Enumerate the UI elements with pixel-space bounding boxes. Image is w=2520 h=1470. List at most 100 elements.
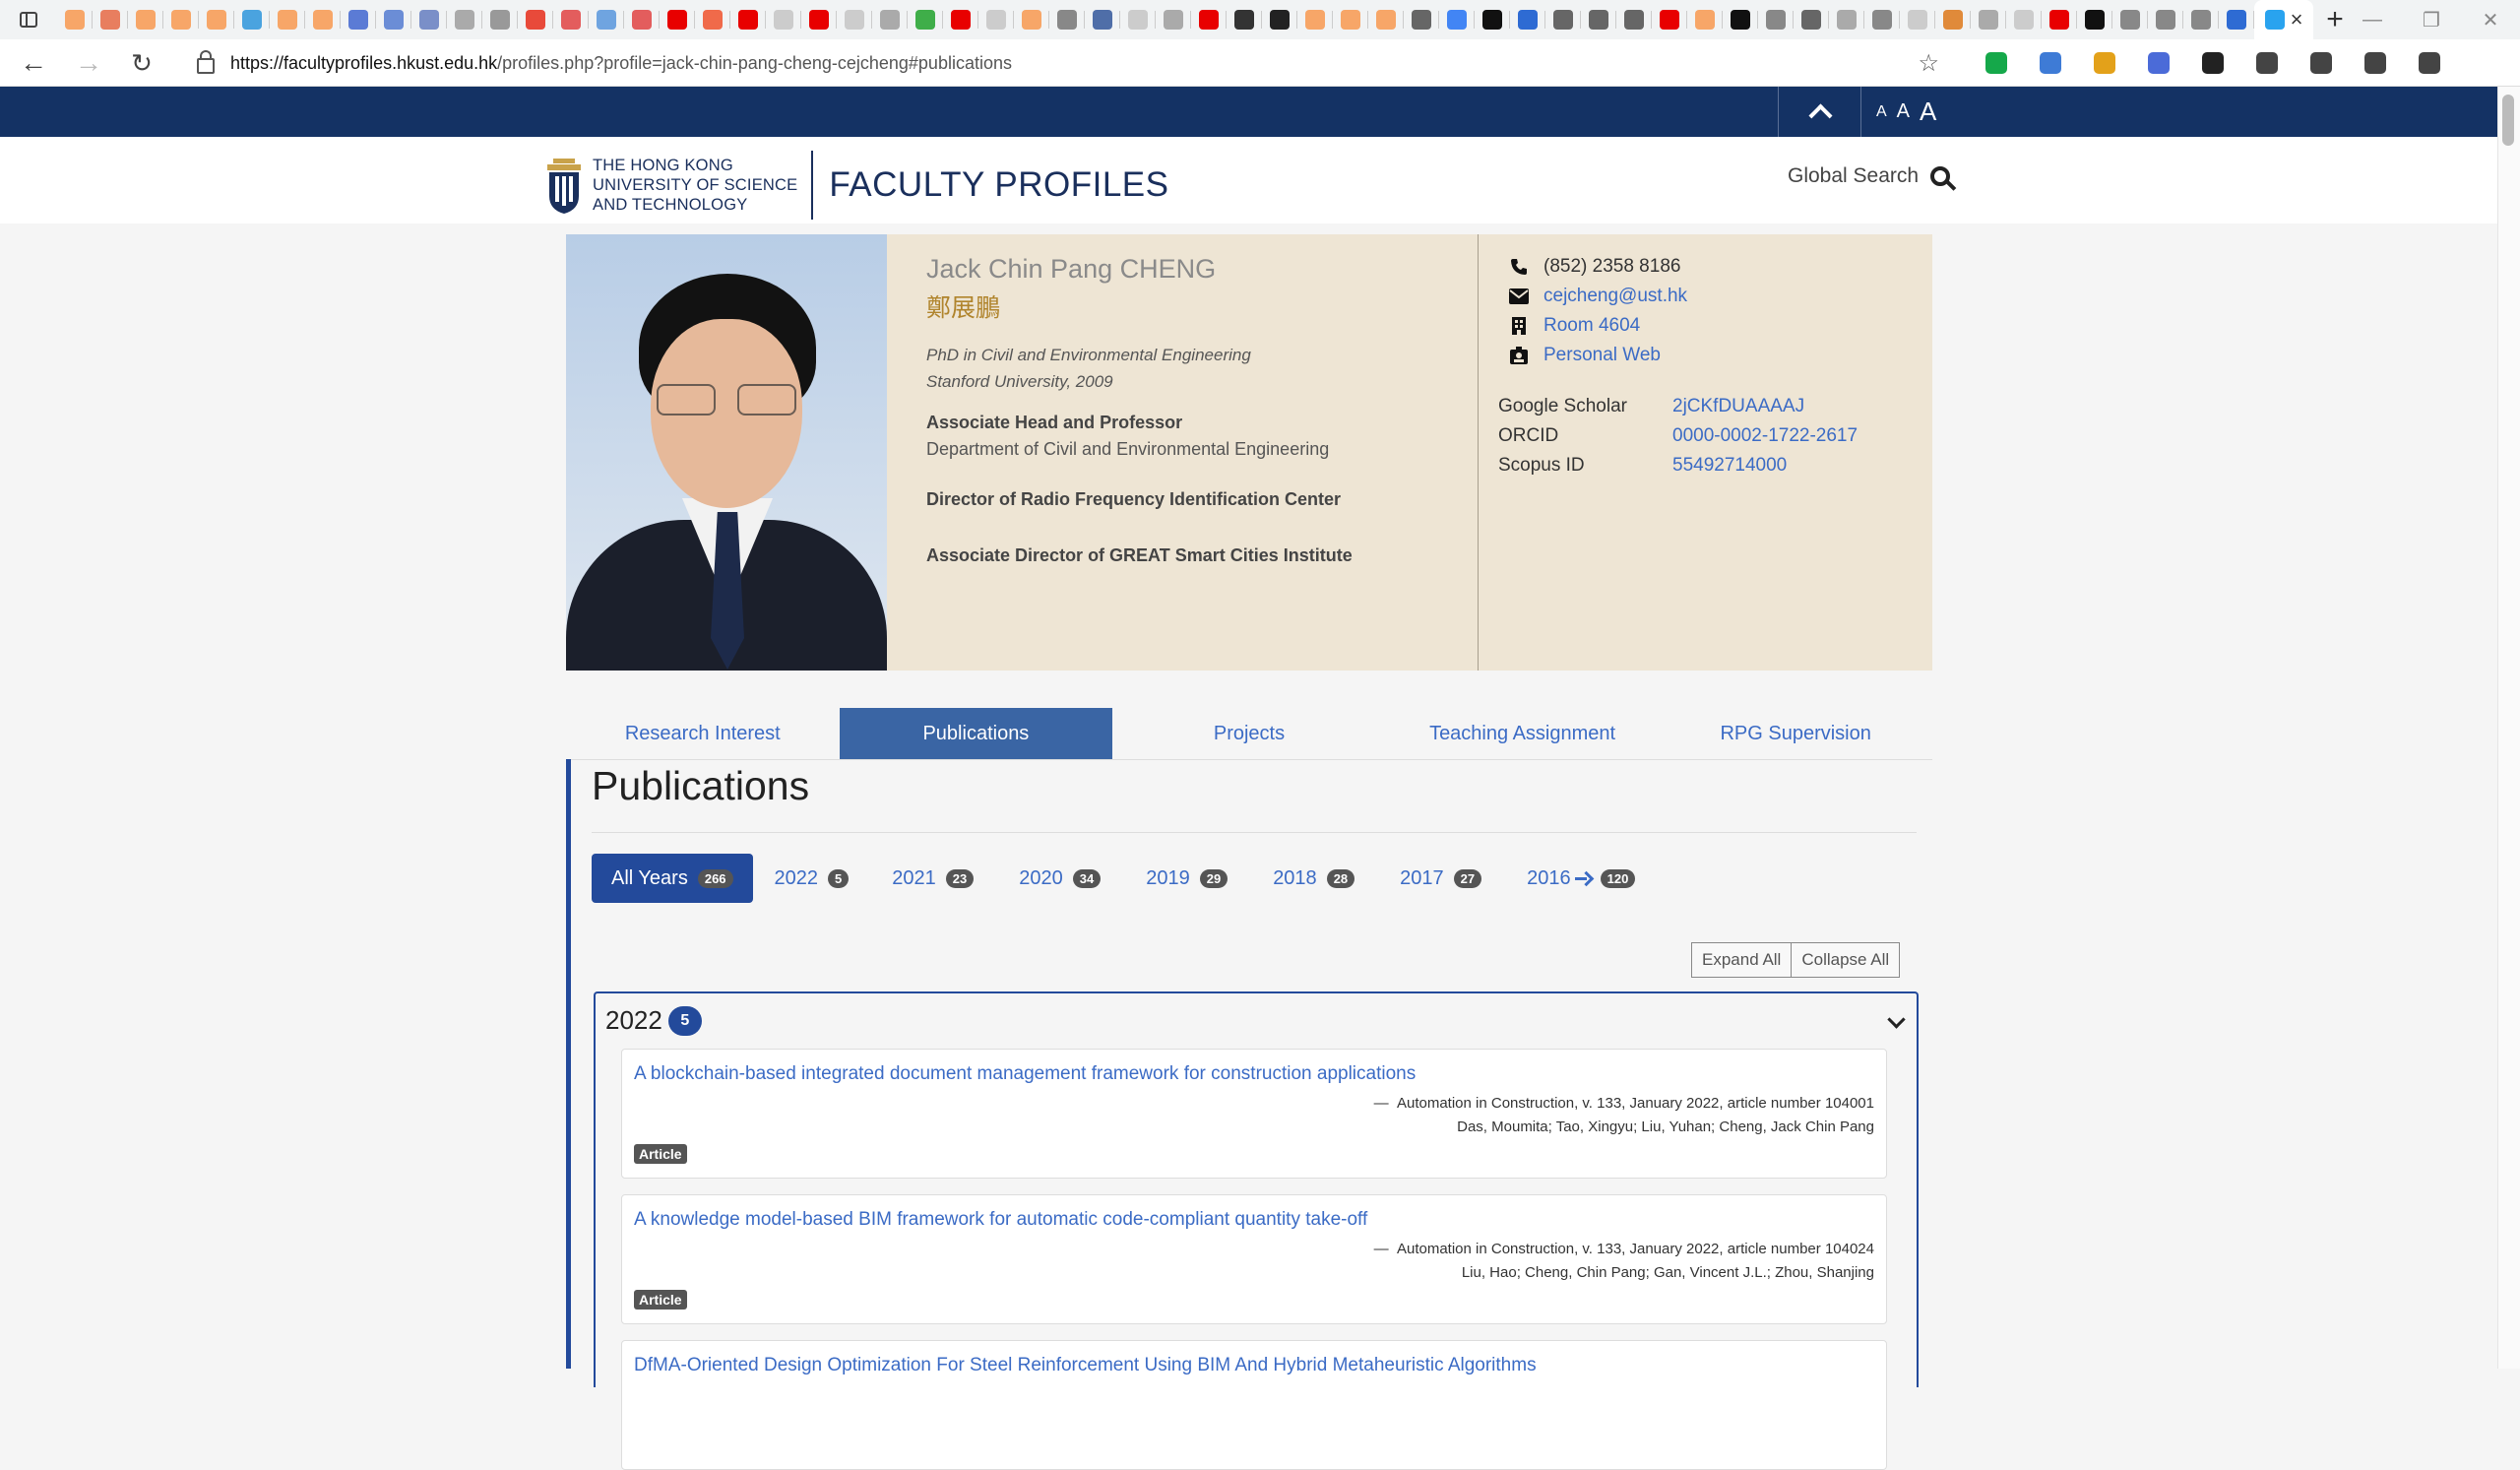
- extension-icon[interactable]: [2348, 52, 2402, 74]
- browser-tab[interactable]: [624, 0, 660, 39]
- extension-icon[interactable]: [2185, 52, 2239, 74]
- tab-actions-menu-icon[interactable]: [0, 0, 57, 39]
- tab-publications[interactable]: Publications: [839, 708, 1113, 759]
- browser-tab[interactable]: [978, 0, 1014, 39]
- browser-tab[interactable]: [1333, 0, 1368, 39]
- browser-tab[interactable]: ×: [2254, 0, 2313, 39]
- close-tab-icon[interactable]: ×: [2291, 7, 2303, 32]
- extension-icon[interactable]: [2023, 52, 2077, 74]
- browser-tab[interactable]: [2112, 0, 2148, 39]
- tab-teaching-assignment[interactable]: Teaching Assignment: [1386, 708, 1660, 759]
- font-size-small-button[interactable]: A: [1876, 103, 1887, 121]
- year-filter-all[interactable]: All Years 266: [592, 854, 753, 903]
- forward-icon[interactable]: →: [65, 39, 112, 87]
- browser-tab[interactable]: [1971, 0, 2006, 39]
- browser-tab[interactable]: [943, 0, 978, 39]
- year-filter-2019[interactable]: 2019 29: [1124, 854, 1249, 903]
- browser-tab[interactable]: [1191, 0, 1227, 39]
- browser-tab[interactable]: [1652, 0, 1687, 39]
- reload-icon[interactable]: ↻: [118, 39, 165, 87]
- browser-tab[interactable]: [908, 0, 943, 39]
- favorite-star-icon[interactable]: ☆: [1918, 49, 1939, 78]
- browser-tab[interactable]: [1085, 0, 1120, 39]
- browser-tab[interactable]: [341, 0, 376, 39]
- browser-tab[interactable]: [1475, 0, 1510, 39]
- browser-tab[interactable]: [1510, 0, 1545, 39]
- browser-tab[interactable]: [1297, 0, 1333, 39]
- browser-tab[interactable]: [1439, 0, 1475, 39]
- year-group-header[interactable]: 2022 5: [605, 1005, 702, 1036]
- expand-all-button[interactable]: Expand All: [1691, 942, 1793, 978]
- browser-tab[interactable]: [2006, 0, 2042, 39]
- global-search-button[interactable]: Global Search: [1788, 164, 1951, 188]
- browser-tab[interactable]: [270, 0, 305, 39]
- browser-tab[interactable]: [1829, 0, 1864, 39]
- collapse-up-icon[interactable]: [1780, 87, 1860, 137]
- extension-icon[interactable]: [2239, 52, 2294, 74]
- browser-tab[interactable]: [1049, 0, 1085, 39]
- email-link[interactable]: cejcheng@ust.hk: [1544, 286, 1687, 307]
- browser-tab[interactable]: [57, 0, 93, 39]
- browser-tab[interactable]: [482, 0, 518, 39]
- browser-tab[interactable]: [411, 0, 447, 39]
- browser-tab[interactable]: [1687, 0, 1723, 39]
- extension-icon[interactable]: [2402, 52, 2456, 74]
- year-filter-2016-earlier[interactable]: 2016 120: [1505, 854, 1657, 903]
- publication-title-link[interactable]: A blockchain-based integrated document m…: [634, 1063, 1416, 1085]
- browser-tab[interactable]: [1581, 0, 1616, 39]
- browser-tab[interactable]: [1368, 0, 1404, 39]
- browser-tab[interactable]: [447, 0, 482, 39]
- google-scholar-link[interactable]: 2jCKfDUAAAAJ: [1672, 396, 1804, 417]
- back-icon[interactable]: ←: [10, 39, 57, 87]
- browser-tab[interactable]: [766, 0, 801, 39]
- browser-tab[interactable]: [1723, 0, 1758, 39]
- browser-tab[interactable]: [163, 0, 199, 39]
- browser-tab[interactable]: [518, 0, 553, 39]
- extension-icon[interactable]: [1969, 52, 2023, 74]
- chevron-down-icon[interactable]: [1887, 1010, 1906, 1029]
- year-filter-2020[interactable]: 2020 34: [997, 854, 1122, 903]
- minimize-button[interactable]: —: [2343, 0, 2402, 39]
- browser-tab[interactable]: [1014, 0, 1049, 39]
- browser-tab[interactable]: [660, 0, 695, 39]
- browser-tab[interactable]: [234, 0, 270, 39]
- browser-tab[interactable]: [1404, 0, 1439, 39]
- browser-tab[interactable]: [872, 0, 908, 39]
- browser-tab[interactable]: [1900, 0, 1935, 39]
- browser-tab[interactable]: [1156, 0, 1191, 39]
- extension-icon[interactable]: [2077, 52, 2131, 74]
- font-size-large-button[interactable]: A: [1920, 96, 1936, 127]
- year-filter-2018[interactable]: 2018 28: [1251, 854, 1376, 903]
- browser-tab[interactable]: [376, 0, 411, 39]
- browser-tab[interactable]: [199, 0, 234, 39]
- browser-tab[interactable]: [1758, 0, 1794, 39]
- restore-button[interactable]: ❐: [2402, 0, 2461, 39]
- browser-tab[interactable]: [1864, 0, 1900, 39]
- year-filter-2022[interactable]: 2022 5: [755, 854, 869, 903]
- tab-projects[interactable]: Projects: [1112, 708, 1386, 759]
- year-filter-2021[interactable]: 2021 23: [870, 854, 995, 903]
- browser-tab[interactable]: [2077, 0, 2112, 39]
- browser-tab[interactable]: [1120, 0, 1156, 39]
- browser-tab[interactable]: [1227, 0, 1262, 39]
- browser-tab[interactable]: [801, 0, 837, 39]
- browser-tab[interactable]: [128, 0, 163, 39]
- browser-tab[interactable]: [1616, 0, 1652, 39]
- orcid-link[interactable]: 0000-0002-1722-2617: [1672, 425, 1858, 447]
- close-window-button[interactable]: ✕: [2461, 0, 2520, 39]
- browser-tab[interactable]: [2219, 0, 2254, 39]
- year-filter-2017[interactable]: 2017 27: [1378, 854, 1503, 903]
- browser-tab[interactable]: [2183, 0, 2219, 39]
- browser-tab[interactable]: [305, 0, 341, 39]
- browser-tab[interactable]: [2042, 0, 2077, 39]
- browser-tab[interactable]: [589, 0, 624, 39]
- tab-rpg-supervision[interactable]: RPG Supervision: [1659, 708, 1932, 759]
- browser-tab[interactable]: [553, 0, 589, 39]
- browser-tab[interactable]: [93, 0, 128, 39]
- page-scrollbar[interactable]: [2497, 87, 2520, 1369]
- font-size-medium-button[interactable]: A: [1897, 100, 1910, 123]
- personal-web-link[interactable]: Personal Web: [1544, 345, 1661, 366]
- room-link[interactable]: Room 4604: [1544, 315, 1640, 337]
- hkust-logo[interactable]: THE HONG KONG UNIVERSITY OF SCIENCE AND …: [547, 151, 1169, 220]
- publication-title-link[interactable]: A knowledge model-based BIM framework fo…: [634, 1209, 1367, 1231]
